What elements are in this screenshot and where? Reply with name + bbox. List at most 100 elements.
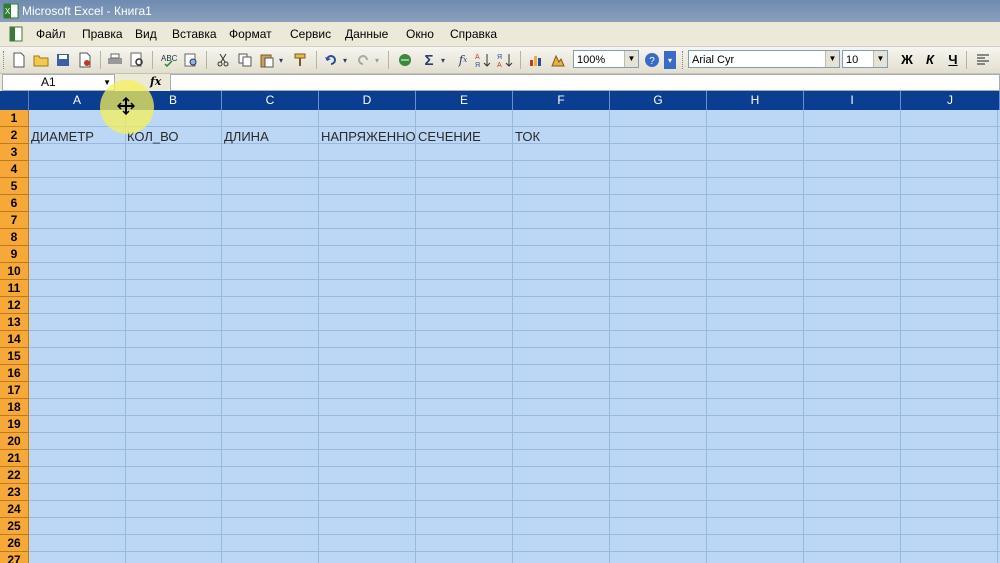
row-header-27[interactable]: 27: [0, 552, 29, 563]
chevron-down-icon[interactable]: ▼: [825, 51, 839, 67]
row-header-26[interactable]: 26: [0, 535, 29, 552]
toolbar-grip[interactable]: [682, 51, 686, 69]
cell-F2[interactable]: ТОК: [515, 128, 611, 145]
save-icon[interactable]: [54, 51, 72, 69]
gridline: [29, 517, 1000, 518]
italic-button[interactable]: К: [920, 51, 940, 69]
row-header-22[interactable]: 22: [0, 467, 29, 484]
cell-C2[interactable]: ДЛИНА: [224, 128, 320, 145]
menu-insert[interactable]: Вставка: [172, 27, 217, 41]
row-header-1[interactable]: 1: [0, 110, 29, 127]
chart-wizard-icon[interactable]: [527, 51, 545, 69]
toolbar-grip[interactable]: [3, 51, 7, 69]
print-icon[interactable]: [106, 51, 124, 69]
workbook-icon[interactable]: [8, 26, 24, 42]
menu-view[interactable]: Вид: [135, 27, 157, 41]
open-icon[interactable]: [32, 51, 50, 69]
toolbar-separator: [966, 51, 967, 69]
new-icon[interactable]: [10, 51, 28, 69]
menu-tools[interactable]: Сервис: [290, 27, 331, 41]
row-header-9[interactable]: 9: [0, 246, 29, 263]
font-size-select[interactable]: 10 ▼: [842, 50, 888, 68]
hyperlink-icon[interactable]: [396, 51, 414, 69]
format-painter-icon[interactable]: [292, 51, 310, 69]
worksheet-grid[interactable]: A B C D E F G H I J 1 2 3 4 5 6 7 8 9 10 11 12 13 14 15 16 17 18 19 2…: [0, 91, 1000, 563]
row-header-25[interactable]: 25: [0, 518, 29, 535]
autosum-icon[interactable]: Σ: [420, 51, 438, 69]
chevron-down-icon[interactable]: ▼: [624, 51, 638, 67]
cell-B2[interactable]: КОЛ_ВО: [127, 128, 223, 145]
column-header-C[interactable]: C: [222, 91, 319, 110]
cell-E2[interactable]: СЕЧЕНИЕ: [418, 128, 514, 145]
cut-icon[interactable]: [214, 51, 232, 69]
column-header-J[interactable]: J: [901, 91, 1000, 110]
help-icon[interactable]: ?: [643, 51, 661, 69]
spelling-icon[interactable]: ABC: [160, 51, 178, 69]
row-header-5[interactable]: 5: [0, 178, 29, 195]
row-header-20[interactable]: 20: [0, 433, 29, 450]
cell-A2[interactable]: ДИАМЕТР: [31, 128, 127, 145]
row-header-16[interactable]: 16: [0, 365, 29, 382]
column-header-G[interactable]: G: [610, 91, 707, 110]
sort-ascending-icon[interactable]: АЯ: [474, 51, 492, 69]
row-header-11[interactable]: 11: [0, 280, 29, 297]
drawing-icon[interactable]: [549, 51, 567, 69]
menu-data[interactable]: Данные: [345, 27, 388, 41]
menu-window[interactable]: Окно: [406, 27, 434, 41]
print-preview-icon[interactable]: [128, 51, 146, 69]
row-header-4[interactable]: 4: [0, 161, 29, 178]
autosum-dropdown-icon[interactable]: ▾: [438, 51, 448, 69]
permission-icon[interactable]: [76, 51, 94, 69]
row-header-3[interactable]: 3: [0, 144, 29, 161]
row-header-19[interactable]: 19: [0, 416, 29, 433]
name-box[interactable]: A1 ▼: [2, 74, 115, 91]
insert-function-label[interactable]: fx: [150, 75, 170, 88]
chevron-down-icon[interactable]: ▼: [873, 51, 887, 67]
column-header-I[interactable]: I: [804, 91, 901, 110]
copy-icon[interactable]: [236, 51, 254, 69]
row-header-10[interactable]: 10: [0, 263, 29, 280]
svg-text:А: А: [475, 54, 480, 61]
menu-edit[interactable]: Правка: [82, 27, 123, 41]
menu-file[interactable]: Файл: [36, 27, 66, 41]
column-header-D[interactable]: D: [319, 91, 416, 110]
row-header-13[interactable]: 13: [0, 314, 29, 331]
sort-descending-icon[interactable]: ЯА: [496, 51, 514, 69]
row-header-24[interactable]: 24: [0, 501, 29, 518]
svg-text:ABC: ABC: [161, 54, 177, 63]
zoom-select[interactable]: 100% ▼: [573, 50, 639, 68]
row-header-15[interactable]: 15: [0, 348, 29, 365]
row-header-23[interactable]: 23: [0, 484, 29, 501]
underline-button[interactable]: Ч: [943, 51, 963, 69]
bold-button[interactable]: Ж: [897, 51, 917, 69]
toolbar-options-icon[interactable]: ▾: [664, 51, 676, 69]
column-header-F[interactable]: F: [513, 91, 610, 110]
row-header-6[interactable]: 6: [0, 195, 29, 212]
undo-dropdown-icon[interactable]: ▾: [340, 51, 350, 69]
row-header-17[interactable]: 17: [0, 382, 29, 399]
column-header-H[interactable]: H: [707, 91, 804, 110]
redo-dropdown-icon[interactable]: ▾: [372, 51, 382, 69]
row-header-7[interactable]: 7: [0, 212, 29, 229]
cell-D2[interactable]: НАПРЯЖЕННО: [321, 128, 417, 145]
menu-help[interactable]: Справка: [450, 27, 497, 41]
align-left-icon[interactable]: [974, 51, 992, 69]
row-header-12[interactable]: 12: [0, 297, 29, 314]
menu-format[interactable]: Формат: [229, 27, 272, 41]
paste-icon[interactable]: [258, 51, 276, 69]
row-header-21[interactable]: 21: [0, 450, 29, 467]
column-header-E[interactable]: E: [416, 91, 513, 110]
row-header-18[interactable]: 18: [0, 399, 29, 416]
research-icon[interactable]: [182, 51, 200, 69]
undo-icon[interactable]: [322, 51, 340, 69]
row-header-2[interactable]: 2: [0, 127, 29, 144]
font-select[interactable]: Arial Cyr ▼: [688, 50, 840, 68]
insert-function-icon[interactable]: fx: [454, 51, 472, 69]
paste-dropdown-icon[interactable]: ▾: [276, 51, 286, 69]
row-header-8[interactable]: 8: [0, 229, 29, 246]
formula-input[interactable]: [170, 74, 1000, 91]
gridline: [29, 177, 1000, 178]
row-header-14[interactable]: 14: [0, 331, 29, 348]
select-all-corner[interactable]: [0, 91, 29, 110]
redo-icon[interactable]: [354, 51, 372, 69]
